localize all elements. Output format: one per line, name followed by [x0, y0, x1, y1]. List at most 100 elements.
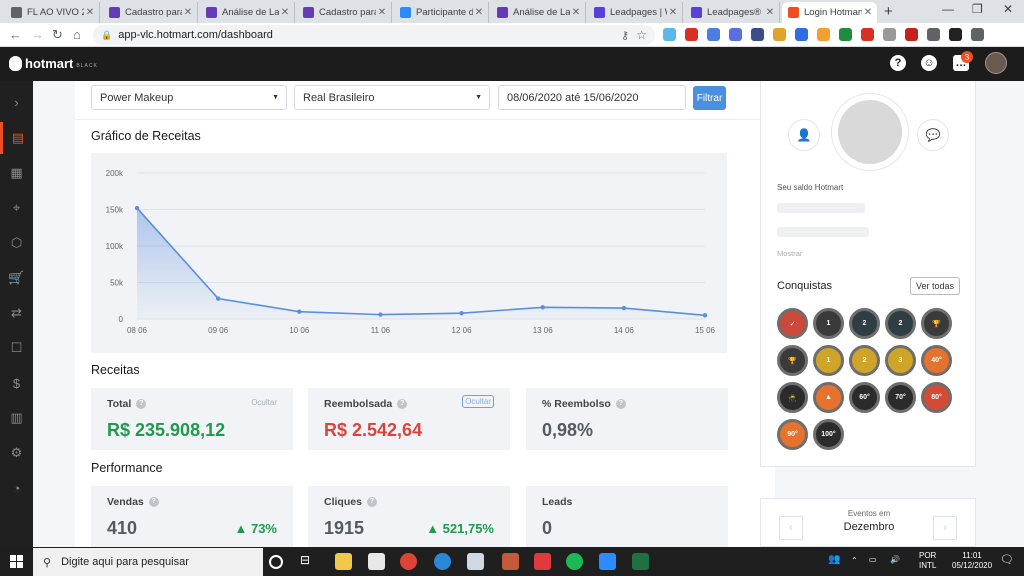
browser-tab[interactable]: Análise de Lan ✕ — [491, 2, 586, 23]
forward-icon[interactable]: → — [31, 27, 44, 42]
achievement-badge[interactable]: 1 — [813, 308, 844, 339]
notification-center-icon[interactable]: 🗨 — [1000, 555, 1014, 566]
hide-button[interactable]: Ocultar — [251, 398, 277, 407]
browser-tab[interactable]: Cadastro para ✕ — [103, 2, 198, 23]
product-select[interactable]: Power Makeup ▼ — [91, 85, 287, 110]
home-icon[interactable]: ⌂ — [73, 27, 81, 42]
sync-icon[interactable]: ⇄ — [0, 297, 33, 329]
browser-extension-icon[interactable] — [971, 28, 984, 41]
app-icon[interactable] — [534, 553, 551, 570]
browser-extension-icon[interactable] — [729, 28, 742, 41]
achievement-badge[interactable]: 🏆 — [921, 308, 952, 339]
profile-user-icon[interactable]: 👤 — [788, 119, 820, 151]
date-range-input[interactable]: 08/06/2020 até 15/06/2020 — [498, 85, 686, 110]
close-tab-icon[interactable]: ✕ — [473, 7, 485, 18]
dashboard-icon[interactable]: ▤ — [0, 122, 33, 154]
affiliates-icon[interactable]: ⌖ — [0, 192, 33, 224]
browser-tab[interactable]: Participante do✕ — [394, 2, 489, 23]
reload-icon[interactable]: ↻ — [52, 27, 63, 43]
show-balance-link[interactable]: Mostrar — [777, 249, 802, 258]
analytics-icon[interactable]: ◔ — [0, 472, 33, 504]
browser-extension-icon[interactable] — [861, 28, 874, 41]
browser-extension-icon[interactable] — [817, 28, 830, 41]
achievement-badge[interactable]: 🥷 — [777, 382, 808, 413]
key-icon[interactable]: ⚷ — [621, 29, 629, 42]
achievement-badge[interactable]: 100° — [813, 419, 844, 450]
browser-extension-icon[interactable] — [751, 28, 764, 41]
url-field[interactable]: 🔒 app-vlc.hotmart.com/dashboard ⚷ ☆ — [93, 25, 655, 45]
help-icon[interactable]: ? — [615, 399, 626, 410]
apps-grid-icon[interactable]: ▦ — [0, 157, 33, 189]
browser-extension-icon[interactable] — [839, 28, 852, 41]
cortana-icon[interactable] — [269, 555, 283, 569]
restore-icon[interactable]: ❐ — [972, 2, 983, 16]
close-tab-icon[interactable]: ✕ — [862, 7, 874, 18]
reports-icon[interactable]: ▥ — [0, 402, 33, 434]
close-tab-icon[interactable]: ✕ — [667, 7, 679, 18]
close-window-icon[interactable]: ✕ — [1003, 2, 1013, 16]
settings-icon[interactable]: ⚙ — [0, 437, 33, 469]
zoom-icon[interactable] — [599, 553, 616, 570]
products-icon[interactable]: ⬡ — [0, 227, 33, 259]
achievement-badge[interactable]: 40° — [921, 345, 952, 376]
achievement-badge[interactable]: 80° — [921, 382, 952, 413]
close-tab-icon[interactable]: ✕ — [84, 7, 96, 18]
tray-chevron-icon[interactable]: ⌃ — [851, 556, 858, 566]
close-tab-icon[interactable]: ✕ — [764, 7, 776, 18]
photos-icon[interactable] — [502, 553, 519, 570]
profile-chat-icon[interactable]: 💬 — [917, 119, 949, 151]
chrome-icon[interactable] — [400, 553, 417, 570]
browser-tab[interactable]: Login Hotmart ✕ — [782, 2, 877, 23]
spotify-icon[interactable] — [566, 553, 583, 570]
edge-icon[interactable] — [434, 553, 451, 570]
avatar[interactable] — [985, 52, 1007, 74]
help-icon[interactable]: ? — [148, 497, 159, 508]
browser-tab[interactable]: Análise de Lan ✕ — [200, 2, 295, 23]
browser-tab[interactable]: FL AO VIVO 20✕ — [5, 2, 100, 23]
back-icon[interactable]: ← — [9, 27, 22, 42]
bookmark-star-icon[interactable]: ☆ — [636, 28, 647, 42]
achievement-badge[interactable]: 60° — [849, 382, 880, 413]
language-indicator[interactable]: POR INTL — [919, 551, 936, 571]
browser-tab[interactable]: Cadastro para ✕ — [297, 2, 392, 23]
excel-icon[interactable] — [632, 553, 649, 570]
achievement-badge[interactable]: 90° — [777, 419, 808, 450]
new-tab-button[interactable]: + — [884, 3, 893, 20]
achievement-badge[interactable]: 1 — [813, 345, 844, 376]
store-icon[interactable] — [368, 553, 385, 570]
browser-tab[interactable]: Leadpages | W✕ — [588, 2, 683, 23]
achievement-badge[interactable]: 3 — [885, 345, 916, 376]
achievement-badge[interactable]: 70° — [885, 382, 916, 413]
achievement-badge[interactable]: ✓ — [777, 308, 808, 339]
close-tab-icon[interactable]: ✕ — [376, 7, 388, 18]
cart-icon[interactable]: 🛒 — [0, 262, 33, 294]
community-icon[interactable]: ☺ — [921, 55, 937, 71]
task-view-icon[interactable]: ⊟ — [300, 553, 317, 570]
browser-extension-icon[interactable] — [927, 28, 940, 41]
network-icon[interactable]: ▭ — [869, 555, 877, 565]
view-all-button[interactable]: Ver todas — [910, 277, 960, 295]
browser-extension-icon[interactable] — [949, 28, 962, 41]
browser-extension-icon[interactable] — [663, 28, 676, 41]
browser-extension-icon[interactable] — [685, 28, 698, 41]
close-tab-icon[interactable]: ✕ — [182, 7, 194, 18]
close-tab-icon[interactable]: ✕ — [570, 7, 582, 18]
chat-icon[interactable]: ☐ — [0, 332, 33, 364]
currency-select[interactable]: Real Brasileiro ▼ — [294, 85, 490, 110]
achievement-badge[interactable]: ▲ — [813, 382, 844, 413]
browser-tab[interactable]: Leadpages® - ✕ — [685, 2, 780, 23]
minimize-icon[interactable]: — — [942, 2, 954, 16]
profile-avatar[interactable] — [831, 93, 909, 171]
money-icon[interactable]: $ — [0, 367, 33, 399]
hide-button[interactable]: Ocultar — [462, 395, 494, 408]
people-icon[interactable]: 👥 — [828, 555, 840, 565]
achievement-badge[interactable]: 🏆 — [777, 345, 808, 376]
taskbar-search[interactable]: ⚲ Digite aqui para pesquisar — [33, 548, 263, 576]
browser-extension-icon[interactable] — [773, 28, 786, 41]
help-icon[interactable]: ? — [890, 55, 906, 71]
browser-extension-icon[interactable] — [707, 28, 720, 41]
filter-button[interactable]: Filtrar — [693, 86, 726, 110]
browser-extension-icon[interactable] — [883, 28, 896, 41]
help-icon[interactable]: ? — [136, 399, 147, 410]
clock[interactable]: 11:01 05/12/2020 — [952, 551, 992, 571]
